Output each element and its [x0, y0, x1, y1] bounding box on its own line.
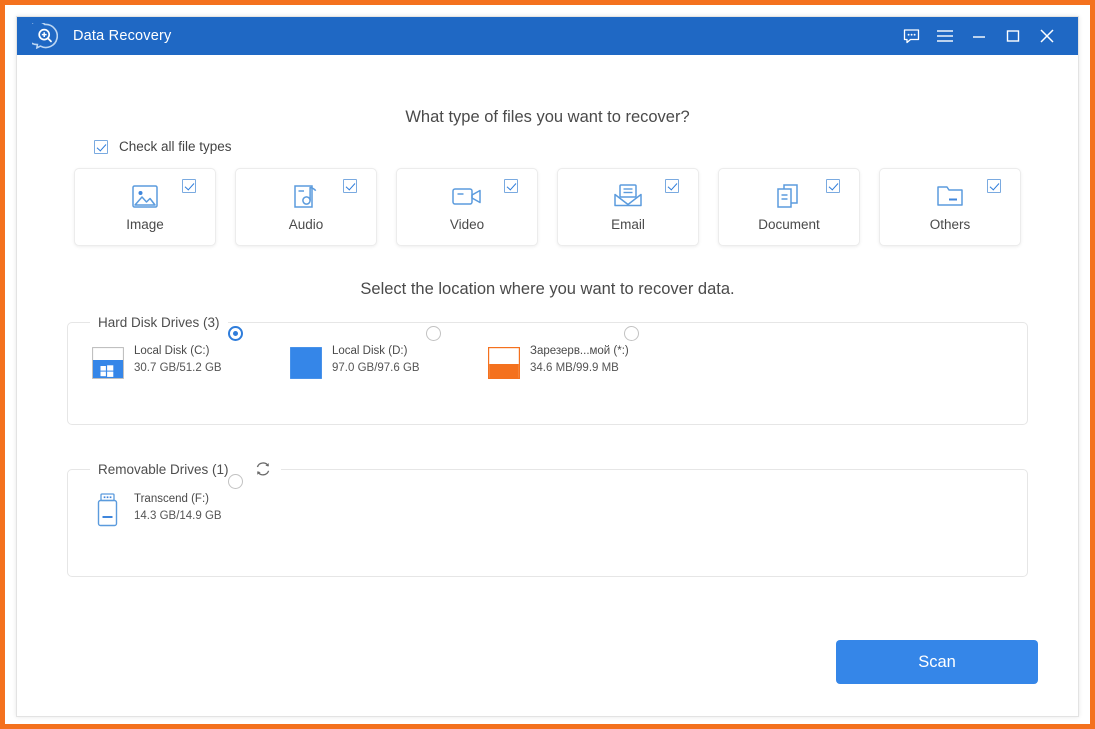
drive-item-local-disk-d[interactable]: Local Disk (D:) 97.0 GB/97.6 GB: [290, 326, 488, 383]
file-type-label: Email: [611, 217, 645, 232]
usb-flash-drive-icon: [92, 491, 124, 531]
page-title-location: Select the location where you want to re…: [360, 280, 735, 298]
file-type-label: Document: [758, 217, 820, 232]
email-icon: [612, 181, 644, 211]
file-type-label: Video: [449, 217, 485, 232]
page-title-file-types: What type of files you want to recover?: [405, 108, 690, 126]
file-type-card-email[interactable]: Email: [557, 168, 699, 246]
document-icon: [774, 181, 804, 211]
app-title: Data Recovery: [73, 28, 172, 44]
video-icon: [451, 181, 483, 211]
file-type-card-video[interactable]: Video: [396, 168, 538, 246]
hard-drive-windows-icon: [92, 343, 124, 383]
hard-disk-drives-group: Hard Disk Drives (3) Local Disk (C:) 30.…: [67, 315, 1028, 425]
others-checkbox[interactable]: [987, 179, 1001, 193]
drive-name: Transcend (F:): [134, 493, 209, 505]
refresh-icon[interactable]: [253, 460, 273, 478]
app-logo-icon: [32, 23, 58, 49]
app-window: Data Recovery What type of files you wan…: [16, 16, 1079, 717]
annotation-frame: Data Recovery What type of files you wan…: [0, 0, 1095, 729]
removable-drive-list: Transcend (F:) 14.3 GB/14.9 GB: [68, 474, 1027, 531]
check-all-file-types[interactable]: Check all file types: [94, 139, 232, 154]
scan-button[interactable]: Scan: [836, 640, 1038, 684]
folder-icon: [935, 181, 965, 211]
drive-capacity: 97.0 GB/97.6 GB: [332, 362, 420, 374]
image-icon: [130, 181, 160, 211]
drive-info: Зарезерв...мой (*:) 34.6 MB/99.9 MB: [530, 345, 629, 374]
file-type-label: Audio: [288, 217, 324, 232]
removable-drives-group: Removable Drives (1) Transcend (F:) 14.3…: [67, 460, 1028, 577]
audio-icon: [291, 181, 321, 211]
drive-radio-transcend-f[interactable]: [228, 474, 243, 489]
hard-drive-icon: [290, 343, 322, 383]
video-checkbox[interactable]: [504, 179, 518, 193]
drive-capacity: 34.6 MB/99.9 MB: [530, 362, 619, 374]
drive-info: Local Disk (C:) 30.7 GB/51.2 GB: [134, 345, 222, 374]
file-type-card-audio[interactable]: Audio: [235, 168, 377, 246]
window-controls: [894, 19, 1078, 53]
maximize-button[interactable]: [996, 19, 1030, 53]
removable-drives-legend: Removable Drives (1): [90, 460, 281, 478]
drive-radio-local-disk-c[interactable]: [228, 326, 243, 341]
file-type-card-others[interactable]: Others: [879, 168, 1021, 246]
document-checkbox[interactable]: [826, 179, 840, 193]
removable-drives-label: Removable Drives (1): [98, 461, 229, 477]
main-content: What type of files you want to recover? …: [17, 55, 1078, 716]
drive-item-local-disk-c[interactable]: Local Disk (C:) 30.7 GB/51.2 GB: [92, 326, 290, 383]
feedback-button[interactable]: [894, 19, 928, 53]
email-checkbox[interactable]: [665, 179, 679, 193]
hard-disk-drives-label: Hard Disk Drives (3): [98, 315, 220, 330]
drive-capacity: 14.3 GB/14.9 GB: [134, 510, 222, 522]
drive-item-transcend-f[interactable]: Transcend (F:) 14.3 GB/14.9 GB: [92, 474, 290, 531]
audio-checkbox[interactable]: [343, 179, 357, 193]
drive-info: Transcend (F:) 14.3 GB/14.9 GB: [134, 493, 222, 522]
drive-info: Local Disk (D:) 97.0 GB/97.6 GB: [332, 345, 420, 374]
file-type-card-document[interactable]: Document: [718, 168, 860, 246]
minimize-button[interactable]: [962, 19, 996, 53]
file-type-card-list: Image Audio Video Email Document Others: [67, 168, 1028, 246]
drive-capacity: 30.7 GB/51.2 GB: [134, 362, 222, 374]
drive-item-reserved[interactable]: Зарезерв...мой (*:) 34.6 MB/99.9 MB: [488, 326, 686, 383]
close-button[interactable]: [1030, 19, 1064, 53]
check-all-checkbox[interactable]: [94, 139, 108, 154]
drive-name: Local Disk (C:): [134, 345, 210, 357]
drive-radio-reserved[interactable]: [624, 326, 639, 341]
hard-disk-drive-list: Local Disk (C:) 30.7 GB/51.2 GB Local Di…: [68, 326, 1027, 383]
hard-disk-drives-legend: Hard Disk Drives (3): [90, 315, 228, 330]
drive-radio-local-disk-d[interactable]: [426, 326, 441, 341]
menu-button[interactable]: [928, 19, 962, 53]
title-bar: Data Recovery: [17, 17, 1078, 55]
file-type-label: Others: [929, 217, 971, 232]
image-checkbox[interactable]: [182, 179, 196, 193]
drive-name: Зарезерв...мой (*:): [530, 345, 629, 357]
check-all-label: Check all file types: [119, 139, 232, 154]
drive-name: Local Disk (D:): [332, 345, 408, 357]
file-type-card-image[interactable]: Image: [74, 168, 216, 246]
hard-drive-icon: [488, 343, 520, 383]
file-type-label: Image: [126, 217, 164, 232]
